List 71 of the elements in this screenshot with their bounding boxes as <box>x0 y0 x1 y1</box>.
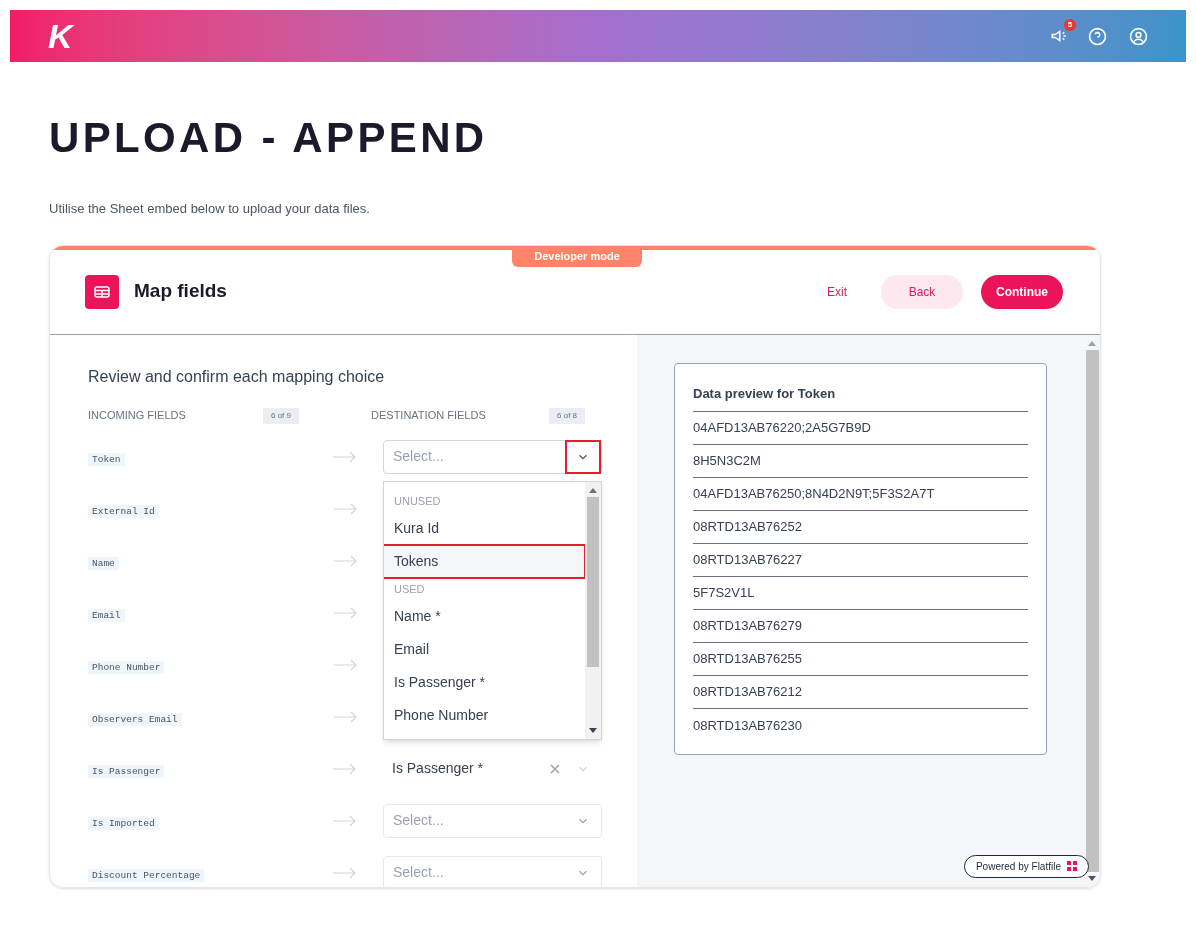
arrow-right-icon <box>334 502 358 515</box>
logo[interactable]: K <box>48 19 73 53</box>
page-title: UPLOAD - APPEND <box>49 117 489 159</box>
help-icon[interactable] <box>1088 26 1107 46</box>
dropdown-option[interactable]: Kura Id <box>384 511 585 545</box>
arrow-right-icon <box>334 658 358 671</box>
preview-value: 5F7S2V1L <box>693 577 1028 610</box>
select-input[interactable]: Select... <box>384 810 565 831</box>
dropdown-option[interactable]: Phone Number <box>384 698 585 732</box>
user-icon[interactable] <box>1129 26 1148 46</box>
group-label: USED <box>393 582 426 598</box>
flatfile-logo-icon <box>1067 861 1077 871</box>
incoming-field-tag: Token <box>88 452 125 466</box>
select-field[interactable]: Select... <box>383 803 602 838</box>
arrow-right-icon <box>334 554 358 567</box>
arrow-right-icon <box>333 450 357 463</box>
dropdown-option[interactable]: Is Passenger * <box>384 665 585 699</box>
incoming-field-tag: Is Imported <box>88 816 159 830</box>
scroll-up-icon[interactable] <box>1088 340 1096 346</box>
exit-button[interactable]: Exit <box>811 274 863 309</box>
back-button[interactable]: Back <box>881 274 963 309</box>
clear-icon[interactable] <box>550 763 560 774</box>
scroll-down-icon[interactable] <box>1088 875 1096 881</box>
preview-title: Data preview for Token <box>693 383 1028 412</box>
page-subtitle: Utilise the Sheet embed below to upload your data files. <box>49 200 371 218</box>
incoming-field-tag: Email <box>88 608 125 622</box>
arrow-right-icon <box>334 710 358 723</box>
incoming-field-tag: Discount Percentage <box>88 868 205 882</box>
preview-value: 8H5N3C2M <box>693 445 1028 478</box>
group-label: UNUSED <box>393 494 442 510</box>
select-field[interactable]: Select... <box>383 855 602 887</box>
incoming-field-tag: Is Passenger <box>88 764 165 778</box>
select-input[interactable]: Select... <box>384 862 565 883</box>
selected-value: Is Passenger * <box>391 759 485 778</box>
powered-by-flatfile-badge[interactable]: Powered by Flatfile <box>963 854 1089 878</box>
column-header: DESTINATION FIELDS <box>371 408 487 424</box>
select-field[interactable]: Is Passenger * <box>383 751 602 786</box>
preview-value: 08RTD13AB76252 <box>693 511 1028 544</box>
continue-button[interactable]: Continue <box>981 274 1063 309</box>
column-header: INCOMING FIELDS <box>88 408 187 424</box>
select-input[interactable]: Select... <box>384 446 565 467</box>
table-icon <box>85 274 119 309</box>
arrow-right-icon <box>333 866 357 879</box>
scrollbar[interactable] <box>585 481 601 739</box>
preview-value: 08RTD13AB76279 <box>693 610 1028 643</box>
preview-value: 08RTD13AB76227 <box>693 544 1028 577</box>
mapping-heading: Review and confirm each mapping choice <box>88 366 386 387</box>
dropdown-option[interactable]: Tokens <box>384 544 585 578</box>
notification-badge: 5 <box>1064 19 1076 31</box>
incoming-field-tag: Observers Email <box>88 712 182 726</box>
dropdown-option[interactable]: Name * <box>384 599 585 633</box>
preview-value: 04AFD13AB76250;8N4D2N9T;5F3S2A7T <box>693 478 1028 511</box>
preview-value: 08RTD13AB76255 <box>693 643 1028 676</box>
arrow-right-icon <box>333 762 357 775</box>
incoming-field-tag: Name <box>88 556 119 570</box>
caret-button[interactable] <box>565 439 601 474</box>
preview-value: 04AFD13AB76220;2A5G7B9D <box>693 412 1028 445</box>
scroll-up-icon[interactable] <box>589 487 597 493</box>
preview-value: 08RTD13AB76230 <box>693 716 803 735</box>
incoming-field-tag: Phone Number <box>88 660 165 674</box>
scroll-down-icon[interactable] <box>589 727 597 733</box>
incoming-field-tag: External Id <box>88 504 159 518</box>
dropdown-option[interactable]: Email <box>384 632 585 666</box>
megaphone-icon[interactable] <box>1050 27 1068 45</box>
map-fields-title: Map fields <box>134 279 227 304</box>
preview-value: 08RTD13AB76212 <box>693 676 1028 709</box>
count-badge: 6 of 9 <box>263 407 299 424</box>
select-field[interactable]: Select... <box>383 439 602 474</box>
arrow-right-icon <box>333 814 357 827</box>
count-badge: 6 of 8 <box>549 407 586 424</box>
arrow-right-icon <box>334 606 358 619</box>
